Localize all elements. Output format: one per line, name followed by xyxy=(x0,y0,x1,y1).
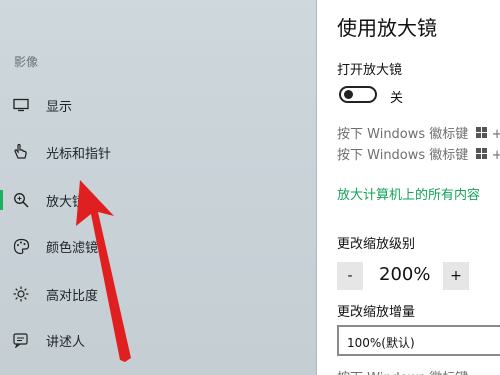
zoom-increment-label: 更改缩放增量 xyxy=(337,305,416,320)
sidebar-item-label: 颜色滤镜 xyxy=(46,240,99,256)
sidebar-item-label: 放大镜 xyxy=(46,194,86,210)
zoom-level-label: 更改缩放级别 xyxy=(337,237,416,252)
page-title: 使用放大镜 xyxy=(337,16,437,40)
palette-icon xyxy=(12,237,30,255)
sidebar-item-high-contrast[interactable]: 高对比度 xyxy=(0,276,316,312)
shortcut-hint-3: 按下 Windows 徽标键 xyxy=(337,367,468,375)
shortcut-hint-2: 按下 Windows 徽标键 + xyxy=(337,144,500,163)
zoom-level-value: 200% xyxy=(379,264,431,285)
sidebar-item-color-filters[interactable]: 颜色滤镜 xyxy=(0,228,316,264)
windows-logo-icon xyxy=(476,127,488,142)
shortcut-text: 按下 Windows 徽标键 xyxy=(337,127,469,142)
sidebar-section-title: 影像 xyxy=(14,55,39,69)
sidebar-item-label: 显示 xyxy=(46,99,73,115)
zoom-increase-button[interactable]: + xyxy=(443,262,469,290)
sidebar-item-label: 讲述人 xyxy=(46,334,86,350)
zoom-decrease-button[interactable]: - xyxy=(337,262,363,290)
settings-window: 影像 显示 光标和指针 放大镜 颜色滤镜 高对比度 讲述人 使用放大镜 打开放大… xyxy=(0,0,500,375)
narrator-icon xyxy=(12,331,30,349)
magnifier-settings-pane: 使用放大镜 打开放大镜 关 按下 Windows 徽标键 + 按下 Window… xyxy=(317,0,500,375)
magnify-everything-link[interactable]: 放大计算机上的所有内容 xyxy=(337,184,480,203)
shortcut-plus: + xyxy=(491,148,500,163)
windows-logo-icon xyxy=(476,148,488,163)
toggle-knob xyxy=(344,90,353,99)
sidebar-item-magnifier[interactable]: 放大镜 xyxy=(0,182,316,218)
magnifier-icon xyxy=(12,191,30,209)
monitor-icon xyxy=(12,96,30,114)
zoom-increment-select[interactable]: 100%(默认) xyxy=(337,325,500,356)
sidebar-item-label: 光标和指针 xyxy=(46,146,112,162)
zoom-increment-value: 100%(默认) xyxy=(347,336,415,350)
sidebar-item-narrator[interactable]: 讲述人 xyxy=(0,322,316,358)
shortcut-plus: + xyxy=(491,127,500,142)
active-indicator xyxy=(0,190,3,210)
sidebar-item-cursor-pointer[interactable]: 光标和指针 xyxy=(0,134,316,170)
pointer-hand-icon xyxy=(12,143,30,161)
sidebar-item-label: 高对比度 xyxy=(46,288,99,304)
toggle-state-label: 关 xyxy=(390,91,404,106)
sidebar-item-display[interactable]: 显示 xyxy=(0,87,316,123)
shortcut-hint-1: 按下 Windows 徽标键 + xyxy=(337,123,500,142)
shortcut-text: 按下 Windows 徽标键 xyxy=(337,148,469,163)
sidebar: 影像 显示 光标和指针 放大镜 颜色滤镜 高对比度 讲述人 xyxy=(0,0,316,375)
sun-icon xyxy=(12,285,30,303)
magnifier-toggle[interactable] xyxy=(339,86,377,103)
open-magnifier-label: 打开放大镜 xyxy=(337,63,403,78)
